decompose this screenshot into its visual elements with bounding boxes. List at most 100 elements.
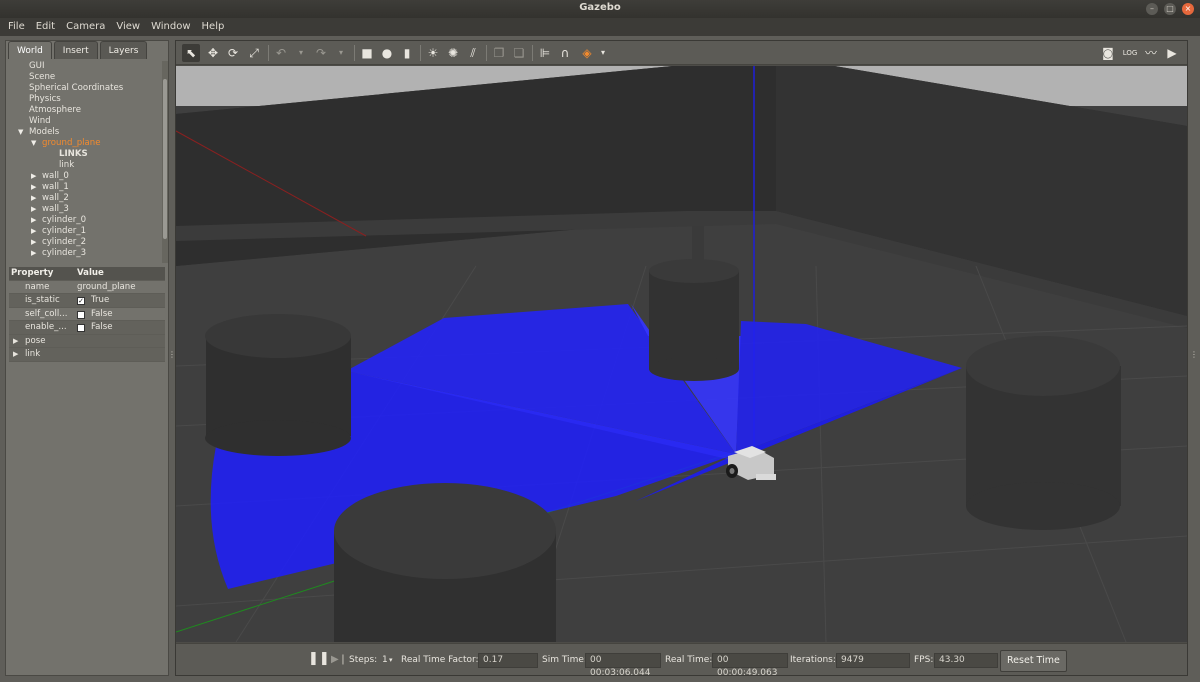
tree-item[interactable]: ▶ wall_0 xyxy=(8,171,164,182)
title-bar: Gazebo – □ × xyxy=(0,0,1200,18)
menu-window[interactable]: Window xyxy=(151,18,190,36)
steps-value[interactable]: 1 xyxy=(382,644,388,676)
tree-item[interactable]: link xyxy=(8,160,164,171)
tree-item-label: Atmosphere xyxy=(29,105,82,115)
screenshot-icon[interactable]: ◙ xyxy=(1099,44,1117,62)
menu-camera[interactable]: Camera xyxy=(66,18,105,36)
tree-item[interactable]: LINKS xyxy=(8,149,164,160)
menu-file[interactable]: File xyxy=(8,18,25,36)
tree-item-label: wall_0 xyxy=(42,171,69,181)
align-icon[interactable]: ⊫ xyxy=(536,44,554,62)
plot-icon[interactable]: 〰 xyxy=(1142,44,1160,62)
tree-item[interactable]: ▼ ground_plane xyxy=(8,138,164,149)
cylinder-icon[interactable]: ▮ xyxy=(398,44,416,62)
tree-item[interactable]: Spherical Coordinates xyxy=(8,83,164,94)
pause-icon[interactable]: ❚❚ xyxy=(308,644,330,674)
tree-item[interactable]: Scene xyxy=(8,72,164,83)
menu-view[interactable]: View xyxy=(116,18,140,36)
expand-arrow-icon[interactable]: ▶ xyxy=(13,335,18,348)
point-light-icon[interactable]: ☀ xyxy=(424,44,442,62)
3d-viewport[interactable] xyxy=(176,66,1187,642)
expand-arrow-icon[interactable]: ▶ xyxy=(31,193,36,204)
snap-icon[interactable]: ∩ xyxy=(556,44,574,62)
bottom-bar: ❚❚ ▶❙ Steps: 1 ▾ Real Time Factor: 0.17 … xyxy=(176,643,1187,678)
box-icon[interactable]: ■ xyxy=(358,44,376,62)
tree-item[interactable]: ▼ Models xyxy=(8,127,164,138)
log-icon[interactable]: LOG xyxy=(1121,44,1139,62)
collapse-arrow-icon[interactable]: ▼ xyxy=(31,138,36,149)
expand-arrow-icon[interactable]: ▶ xyxy=(13,348,18,361)
menu-help[interactable]: Help xyxy=(202,18,225,36)
select-icon[interactable]: ⬉ xyxy=(182,44,200,62)
tree-item-label: wall_3 xyxy=(42,204,69,214)
collapse-arrow-icon[interactable]: ▼ xyxy=(18,127,23,138)
scale-icon[interactable]: ⤢ xyxy=(245,44,263,62)
property-checkbox[interactable] xyxy=(77,310,85,319)
close-icon[interactable]: × xyxy=(1182,3,1194,15)
tree-item[interactable]: Wind xyxy=(8,116,164,127)
panel-splitter-handle[interactable]: ⋮ xyxy=(168,350,176,366)
tree-item[interactable]: GUI xyxy=(8,61,164,72)
tree-item[interactable]: ▶ cylinder_0 xyxy=(8,215,164,226)
property-value[interactable]: ground_plane xyxy=(77,281,163,294)
tree-item[interactable]: ▶ wall_2 xyxy=(8,193,164,204)
property-checkbox[interactable]: ✓ xyxy=(77,297,85,305)
tab-world[interactable]: World xyxy=(8,41,52,59)
property-key: name xyxy=(25,281,50,292)
rotate-icon[interactable]: ⟳ xyxy=(224,44,242,62)
property-value: False xyxy=(91,322,113,332)
minimize-icon[interactable]: – xyxy=(1146,3,1158,15)
paste-icon[interactable]: ❏ xyxy=(510,44,528,62)
video-record-icon[interactable]: ▶ xyxy=(1163,44,1181,62)
directional-light-icon[interactable]: ⫽ xyxy=(464,44,482,62)
menu-bar: File Edit Camera View Window Help xyxy=(0,18,1200,36)
property-key: is_static xyxy=(25,295,60,305)
steps-spinner-icon[interactable]: ▾ xyxy=(389,644,393,676)
tree-item-label: Spherical Coordinates xyxy=(29,83,124,93)
property-group-label: link xyxy=(25,349,41,359)
expand-arrow-icon[interactable]: ▶ xyxy=(31,226,36,237)
tree-item[interactable]: ▶ cylinder_1 xyxy=(8,226,164,237)
tab-insert[interactable]: Insert xyxy=(53,41,98,59)
copy-icon[interactable]: ❐ xyxy=(490,44,508,62)
property-group-pose[interactable]: ▶ pose xyxy=(9,334,165,348)
view-angle-dropdown-icon[interactable]: ▾ xyxy=(594,44,612,62)
reset-time-button[interactable]: Reset Time xyxy=(1000,650,1067,672)
menu-edit[interactable]: Edit xyxy=(36,18,55,36)
toolbar: ⬉ ✥ ⟳ ⤢ ↶ ▾ ↷ ▾ ■ ● ▮ ☀ ✺ ⫽ ❐ ❏ ⊫ ∩ ◈ ▾ … xyxy=(176,41,1187,65)
realtime-label: Real Time: xyxy=(665,655,713,665)
expand-arrow-icon[interactable]: ▶ xyxy=(31,237,36,248)
expand-arrow-icon[interactable]: ▶ xyxy=(31,182,36,193)
expand-arrow-icon[interactable]: ▶ xyxy=(31,248,36,259)
tree-scrollbar-thumb[interactable] xyxy=(163,79,167,239)
expand-arrow-icon[interactable]: ▶ xyxy=(31,204,36,215)
tree-item[interactable]: Physics xyxy=(8,94,164,105)
right-splitter-handle[interactable]: ⋮ xyxy=(1190,350,1198,366)
undo-history-icon[interactable]: ▾ xyxy=(292,44,310,62)
tree-item-label: LINKS xyxy=(59,149,88,159)
expand-arrow-icon[interactable]: ▶ xyxy=(31,215,36,226)
property-checkbox[interactable] xyxy=(77,324,85,332)
tree-item[interactable]: ▶ wall_3 xyxy=(8,204,164,215)
tree-item[interactable]: ▶ wall_1 xyxy=(8,182,164,193)
translate-icon[interactable]: ✥ xyxy=(204,44,222,62)
tree-item-label: wall_2 xyxy=(42,193,69,203)
tree-item[interactable]: ▶ cylinder_2 xyxy=(8,237,164,248)
main-panel: ⬉ ✥ ⟳ ⤢ ↶ ▾ ↷ ▾ ■ ● ▮ ☀ ✺ ⫽ ❐ ❏ ⊫ ∩ ◈ ▾ … xyxy=(175,40,1188,678)
tree-item-label: cylinder_3 xyxy=(42,248,87,258)
maximize-icon[interactable]: □ xyxy=(1164,3,1176,15)
sphere-icon[interactable]: ● xyxy=(378,44,396,62)
tree-item[interactable]: ▶ cylinder_3 xyxy=(8,248,164,259)
property-group-link[interactable]: ▶ link xyxy=(9,348,165,362)
scene-render[interactable] xyxy=(176,66,1187,642)
tree-item-label: Wind xyxy=(29,116,51,126)
step-icon[interactable]: ▶❙ xyxy=(331,644,347,676)
tree-item[interactable]: Atmosphere xyxy=(8,105,164,116)
undo-icon[interactable]: ↶ xyxy=(272,44,290,62)
redo-history-icon[interactable]: ▾ xyxy=(332,44,350,62)
expand-arrow-icon[interactable]: ▶ xyxy=(31,171,36,182)
tab-layers[interactable]: Layers xyxy=(99,41,148,59)
property-column-header: Property xyxy=(11,268,54,278)
redo-icon[interactable]: ↷ xyxy=(312,44,330,62)
spot-light-icon[interactable]: ✺ xyxy=(444,44,462,62)
